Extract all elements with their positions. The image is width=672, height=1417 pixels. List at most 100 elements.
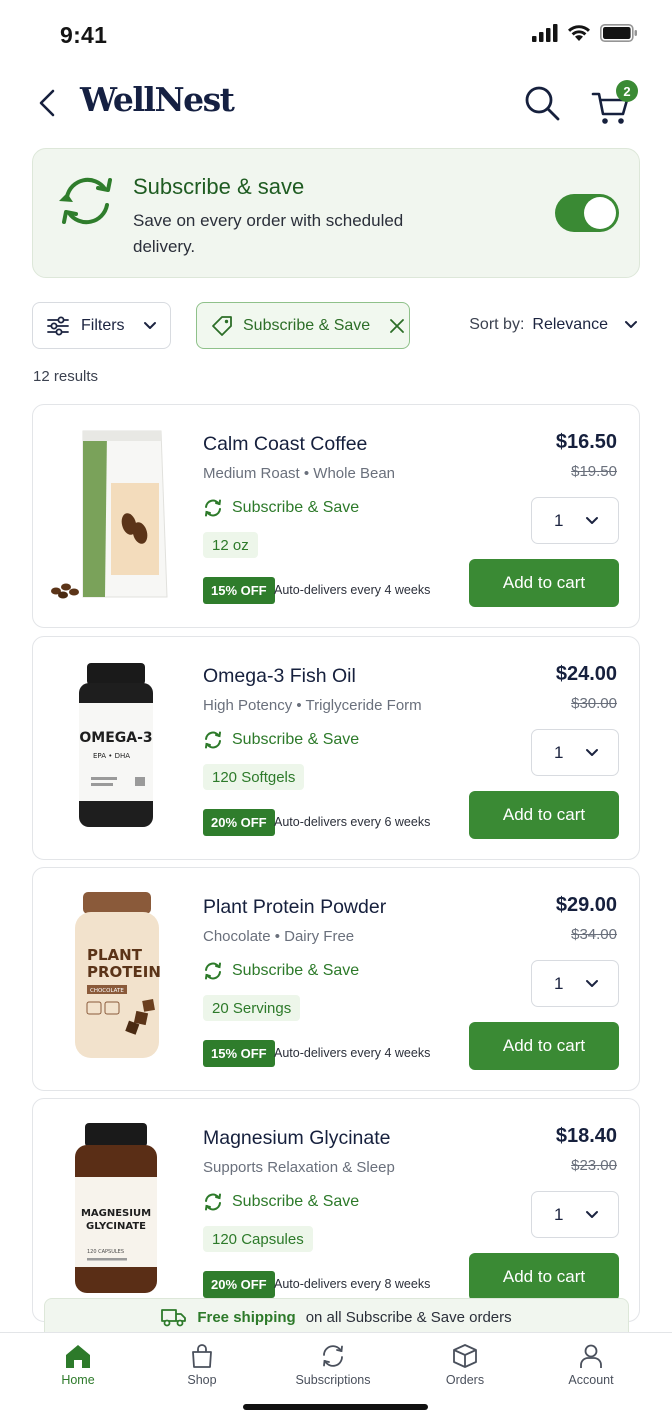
product-name[interactable]: Omega-3 Fish Oil <box>203 665 356 688</box>
quantity-select[interactable]: 1 <box>531 960 619 1007</box>
refresh-icon <box>205 962 221 980</box>
original-price: $19.50 <box>571 463 617 480</box>
delivery-frequency: Auto-delivers every 4 weeks <box>274 583 431 597</box>
nav-orders[interactable]: Orders <box>415 1343 515 1387</box>
truck-icon <box>161 1309 187 1327</box>
quantity-select[interactable]: 1 <box>531 729 619 776</box>
chip-label: Subscribe & Save <box>243 316 371 334</box>
nav-label: Account <box>568 1373 614 1387</box>
product-subtitle: Supports Relaxation & Sleep <box>203 1159 395 1176</box>
original-price: $34.00 <box>571 926 617 943</box>
back-button[interactable] <box>30 84 64 122</box>
nav-label: Home <box>61 1373 95 1387</box>
subscribe-filter-chip[interactable]: Subscribe & Save <box>196 302 410 349</box>
subscribe-save-text: Subscribe & Save <box>232 1193 360 1210</box>
home-indicator <box>243 1404 428 1410</box>
quantity-select[interactable]: 1 <box>531 1191 619 1238</box>
status-time: 9:41 <box>60 22 108 48</box>
add-to-cart-button[interactable]: Add to cart <box>469 559 619 607</box>
nav-shop[interactable]: Shop <box>152 1343 252 1387</box>
price: $16.50 <box>555 431 617 453</box>
toggle-knob <box>584 197 616 229</box>
nav-label: Shop <box>187 1373 217 1387</box>
price: $18.40 <box>555 1125 617 1147</box>
free-shipping-banner: Free shipping on all Subscribe & Save or… <box>44 1298 629 1336</box>
product-card[interactable]: MAGNESIUM GLYCINATE 120 CAPSULES Magnesi… <box>32 1098 640 1322</box>
sliders-icon <box>47 316 69 335</box>
add-to-cart-button[interactable]: Add to cart <box>469 1253 619 1301</box>
delivery-frequency: Auto-delivers every 8 weeks <box>274 1277 431 1291</box>
size-badge: 12 oz <box>203 532 258 558</box>
banner-title: Subscribe & save <box>133 174 305 199</box>
magnesium-label-text1: MAGNESIUM <box>81 1208 151 1219</box>
chevron-down-icon <box>143 321 156 329</box>
magnesium-bottle-image: MAGNESIUM GLYCINATE 120 CAPSULES <box>75 1123 157 1293</box>
box-icon <box>453 1344 477 1368</box>
home-icon <box>66 1345 90 1368</box>
battery-icon <box>600 24 637 42</box>
add-to-cart-button[interactable]: Add to cart <box>469 1022 619 1070</box>
add-to-cart-button[interactable]: Add to cart <box>469 791 619 839</box>
product-subtitle: Chocolate • Dairy Free <box>203 928 355 945</box>
omega3-label-sub: EPA • DHA <box>93 752 130 760</box>
free-shipping-text: on all Subscribe & Save orders <box>305 1308 512 1326</box>
cellular-signal-icon <box>532 24 558 42</box>
status-icons <box>532 24 638 42</box>
product-name[interactable]: Calm Coast Coffee <box>203 433 367 456</box>
cart-button[interactable]: 2 <box>590 80 638 126</box>
free-shipping-highlight: Free shipping <box>197 1308 296 1326</box>
protein-label-sub: CHOCOLATE <box>90 988 124 994</box>
cart-count-badge: 2 <box>616 80 638 102</box>
delivery-frequency: Auto-delivers every 4 weeks <box>274 1046 431 1060</box>
size-badge: 120 Capsules <box>203 1226 313 1252</box>
discount-badge: 20% OFF <box>203 1271 275 1298</box>
nav-account[interactable]: Account <box>541 1343 641 1387</box>
sort-dropdown[interactable]: Sort by: Relevance <box>469 316 638 334</box>
sort-value: Relevance <box>532 316 608 333</box>
nav-label: Subscriptions <box>295 1373 371 1387</box>
size-badge: 120 Softgels <box>203 764 305 790</box>
subscribe-toggle[interactable] <box>555 194 619 232</box>
subscribe-save-label: Subscribe & Save <box>203 1192 359 1212</box>
quantity-select[interactable]: 1 <box>531 497 619 544</box>
discount-badge: 15% OFF <box>203 1040 275 1067</box>
discount-badge: 15% OFF <box>203 577 275 604</box>
filters-label: Filters <box>81 316 125 334</box>
subscribe-save-label: Subscribe & Save <box>203 961 359 981</box>
product-name[interactable]: Magnesium Glycinate <box>203 1127 391 1150</box>
product-subtitle: Medium Roast • Whole Bean <box>203 465 396 482</box>
search-icon <box>525 86 560 121</box>
product-card[interactable]: OMEGA-3 EPA • DHA Omega-3 Fish Oil High … <box>32 636 640 860</box>
brand-logo[interactable]: WellNest <box>80 80 235 119</box>
product-card[interactable]: PLANT PROTEIN CHOCOLATE Plant Protein Po… <box>32 867 640 1091</box>
chevron-down-icon <box>586 1210 599 1218</box>
nav-subscriptions[interactable]: Subscriptions <box>283 1343 383 1387</box>
protein-tub-image: PLANT PROTEIN CHOCOLATE <box>75 892 161 1058</box>
close-icon[interactable] <box>390 318 405 333</box>
user-icon <box>580 1344 602 1368</box>
refresh-icon <box>205 499 221 517</box>
nav-home[interactable]: Home <box>28 1343 128 1387</box>
chevron-down-icon <box>586 979 599 987</box>
protein-label-text2: PROTEIN <box>87 963 161 981</box>
refresh-icon <box>205 1193 221 1211</box>
size-badge: 20 Servings <box>203 995 301 1021</box>
original-price: $23.00 <box>571 1157 617 1174</box>
product-card[interactable]: Calm Coast Coffee Medium Roast • Whole B… <box>32 404 640 628</box>
refresh-icon <box>59 177 112 225</box>
results-count: 12 results <box>33 368 99 385</box>
omega3-label-text: OMEGA-3 <box>79 730 152 746</box>
product-name[interactable]: Plant Protein Powder <box>203 896 386 919</box>
subscribe-save-label: Subscribe & Save <box>203 498 359 518</box>
shopping-bag-icon <box>192 1344 212 1368</box>
coffee-bag-image <box>51 430 168 599</box>
subscribe-save-text: Subscribe & Save <box>232 731 360 748</box>
banner-description: Save on every order with scheduled deliv… <box>133 211 404 256</box>
product-subtitle: High Potency • Triglyceride Form <box>203 697 422 714</box>
subscribe-save-text: Subscribe & Save <box>232 962 360 979</box>
price: $29.00 <box>555 894 617 916</box>
magnesium-label-sub: 120 CAPSULES <box>87 1249 124 1255</box>
filters-button[interactable]: Filters <box>32 302 171 349</box>
search-button[interactable] <box>522 83 562 123</box>
refresh-icon <box>323 1345 343 1367</box>
